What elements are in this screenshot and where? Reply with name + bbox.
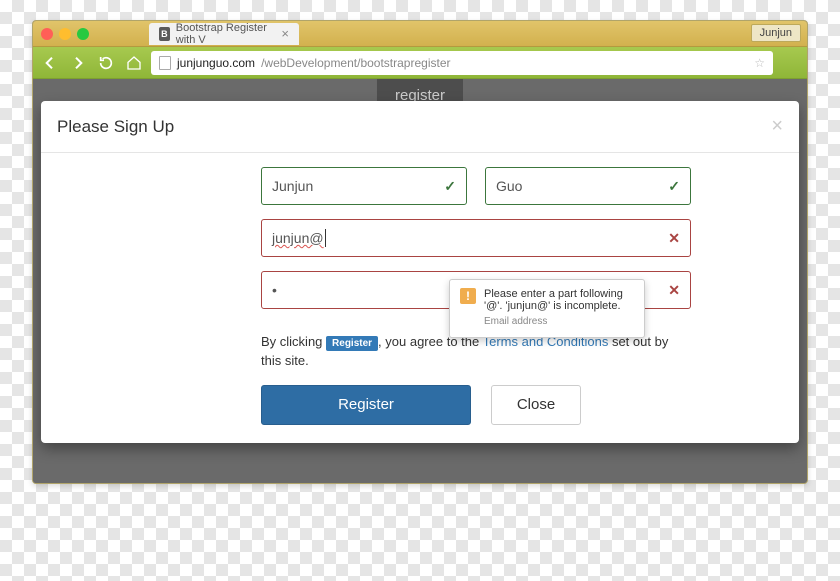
modal-header: Please Sign Up × <box>41 101 799 153</box>
tab-title: Bootstrap Register with V <box>176 22 272 46</box>
name-row: Junjun ✓ Guo ✓ <box>261 167 691 205</box>
first-name-input[interactable]: Junjun ✓ <box>261 167 467 205</box>
register-badge: Register <box>326 336 378 351</box>
page-backdrop: register Please Sign Up × Junjun ✓ Guo ✓ <box>33 79 807 483</box>
bookmark-star-icon[interactable]: ☆ <box>754 56 765 70</box>
validation-message: Please enter a part following '@'. 'junj… <box>484 288 634 312</box>
minimize-window-button[interactable] <box>59 28 71 40</box>
page-icon <box>159 56 171 70</box>
back-button[interactable] <box>39 52 61 74</box>
error-x-icon: ✕ <box>668 230 680 247</box>
close-window-button[interactable] <box>41 28 53 40</box>
modal-title: Please Sign Up <box>57 117 174 137</box>
reload-button[interactable] <box>95 52 117 74</box>
url-host: junjunguo.com <box>177 56 255 70</box>
warning-icon: ! <box>460 288 476 304</box>
validation-label: Email address <box>484 316 634 327</box>
text-cursor <box>325 229 326 247</box>
email-input[interactable]: junjun@ ✕ <box>261 219 691 257</box>
tab-favicon: B <box>159 27 170 41</box>
error-x-icon: ✕ <box>668 282 680 299</box>
browser-tab[interactable]: B Bootstrap Register with V × <box>149 23 299 45</box>
browser-window: B Bootstrap Register with V × Junjun jun… <box>32 20 808 484</box>
home-button[interactable] <box>123 52 145 74</box>
tab-close-icon[interactable]: × <box>281 26 289 41</box>
email-value: junjun@ <box>272 230 324 246</box>
checkmark-icon: ✓ <box>668 178 680 195</box>
address-bar[interactable]: junjunguo.com/webDevelopment/bootstrapre… <box>151 51 773 75</box>
email-row: junjun@ ✕ <box>261 219 691 257</box>
hamburger-menu-icon[interactable] <box>779 52 801 74</box>
last-name-value: Guo <box>496 178 522 194</box>
maximize-window-button[interactable] <box>77 28 89 40</box>
password-value: • <box>272 282 277 298</box>
checkmark-icon: ✓ <box>444 178 456 195</box>
last-name-input[interactable]: Guo ✓ <box>485 167 691 205</box>
register-button[interactable]: Register <box>261 385 471 425</box>
first-name-value: Junjun <box>272 178 313 194</box>
signup-modal: Please Sign Up × Junjun ✓ Guo ✓ <box>41 101 799 443</box>
modal-body: Junjun ✓ Guo ✓ junjun@ ✕ <box>41 153 799 425</box>
modal-close-icon[interactable]: × <box>771 115 783 138</box>
close-button[interactable]: Close <box>491 385 581 425</box>
profile-chip[interactable]: Junjun <box>751 24 801 42</box>
forward-button[interactable] <box>67 52 89 74</box>
browser-toolbar: junjunguo.com/webDevelopment/bootstrapre… <box>33 47 807 79</box>
agree-prefix: By clicking <box>261 334 326 349</box>
button-row: Register Close <box>261 385 691 425</box>
agree-text: By clicking Register, you agree to the T… <box>261 333 691 371</box>
traffic-lights <box>41 28 89 40</box>
url-path: /webDevelopment/bootstrapregister <box>261 56 450 70</box>
window-titlebar: B Bootstrap Register with V × Junjun <box>33 21 807 47</box>
validation-popover: ! Please enter a part following '@'. 'ju… <box>449 279 645 338</box>
